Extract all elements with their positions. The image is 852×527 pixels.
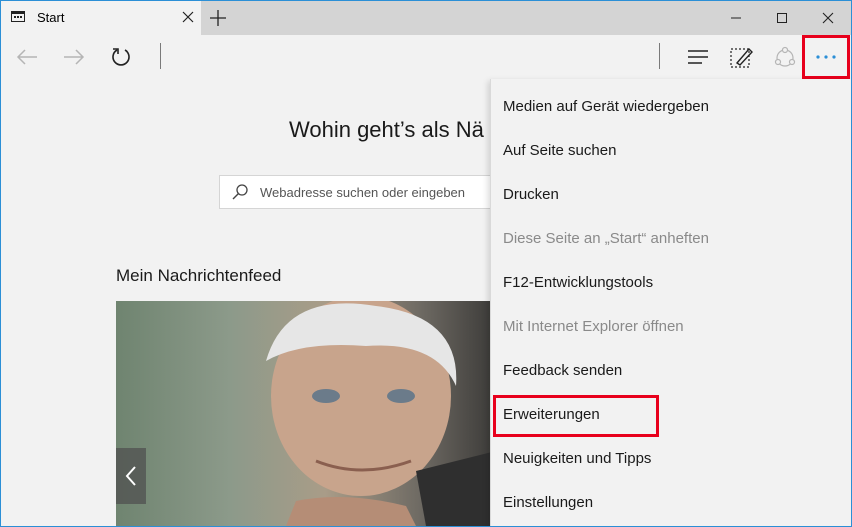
navigation-bar xyxy=(1,35,851,79)
carousel-previous-button[interactable] xyxy=(116,448,146,504)
tab-title: Start xyxy=(37,10,65,25)
more-actions-menu: Medien auf Gerät wiedergeben Auf Seite s… xyxy=(490,79,851,526)
back-button[interactable] xyxy=(11,41,43,73)
menu-item-send-feedback[interactable]: Feedback senden xyxy=(491,348,851,392)
minimize-button[interactable] xyxy=(713,1,759,35)
search-icon xyxy=(232,184,248,200)
refresh-icon xyxy=(112,48,130,66)
menu-item-print[interactable]: Drucken xyxy=(491,172,851,216)
chevron-left-icon xyxy=(125,466,136,486)
search-placeholder: Webadresse suchen oder eingeben xyxy=(260,185,466,200)
maximize-button[interactable] xyxy=(759,1,805,35)
more-actions-button[interactable] xyxy=(802,35,850,79)
menu-item-open-with-ie: Mit Internet Explorer öffnen xyxy=(503,317,684,335)
toolbar-separator xyxy=(659,43,660,69)
forward-button[interactable] xyxy=(58,41,90,73)
web-note-icon xyxy=(730,47,753,68)
share-icon xyxy=(774,46,796,67)
hub-lines-icon xyxy=(688,50,708,64)
menu-item-find-on-page[interactable]: Auf Seite suchen xyxy=(491,128,851,172)
menu-item-news-and-tips[interactable]: Neuigkeiten und Tipps xyxy=(491,436,851,480)
menu-item-extensions[interactable]: Erweiterungen xyxy=(491,392,851,436)
new-tab-icon[interactable] xyxy=(207,7,229,29)
refresh-button[interactable] xyxy=(105,41,137,73)
minimize-icon xyxy=(731,17,741,19)
close-icon xyxy=(822,12,834,24)
web-note-button[interactable] xyxy=(725,41,757,73)
maximize-icon xyxy=(777,13,787,23)
hub-button[interactable] xyxy=(682,41,714,73)
news-photo-portrait xyxy=(266,301,496,526)
share-button[interactable] xyxy=(769,41,801,73)
start-page-icon xyxy=(11,11,25,22)
browser-window: Start Wohin geht’s als Nä Webadresse suc… xyxy=(0,0,852,527)
menu-item-pin-to-start: Diese Seite an „Start“ anheften xyxy=(503,229,709,247)
toolbar-separator xyxy=(160,43,161,69)
menu-item-settings[interactable]: Einstellungen xyxy=(491,480,851,524)
menu-item-cast-media[interactable]: Medien auf Gerät wiedergeben xyxy=(491,84,851,128)
arrow-left-icon xyxy=(16,49,37,65)
arrow-right-icon xyxy=(64,49,85,65)
close-tab-icon[interactable] xyxy=(180,9,196,25)
feed-title: Mein Nachrichtenfeed xyxy=(116,266,282,285)
search-input[interactable]: Webadresse suchen oder eingeben xyxy=(219,175,509,209)
tab-start[interactable]: Start xyxy=(1,1,201,35)
ellipsis-icon xyxy=(816,55,836,59)
tab-bar: Start xyxy=(1,1,851,35)
news-photo[interactable] xyxy=(116,301,496,526)
page-headline: Wohin geht’s als Nä xyxy=(289,117,484,142)
menu-item-f12-tools[interactable]: F12-Entwicklungstools xyxy=(491,260,851,304)
close-window-button[interactable] xyxy=(805,1,851,35)
